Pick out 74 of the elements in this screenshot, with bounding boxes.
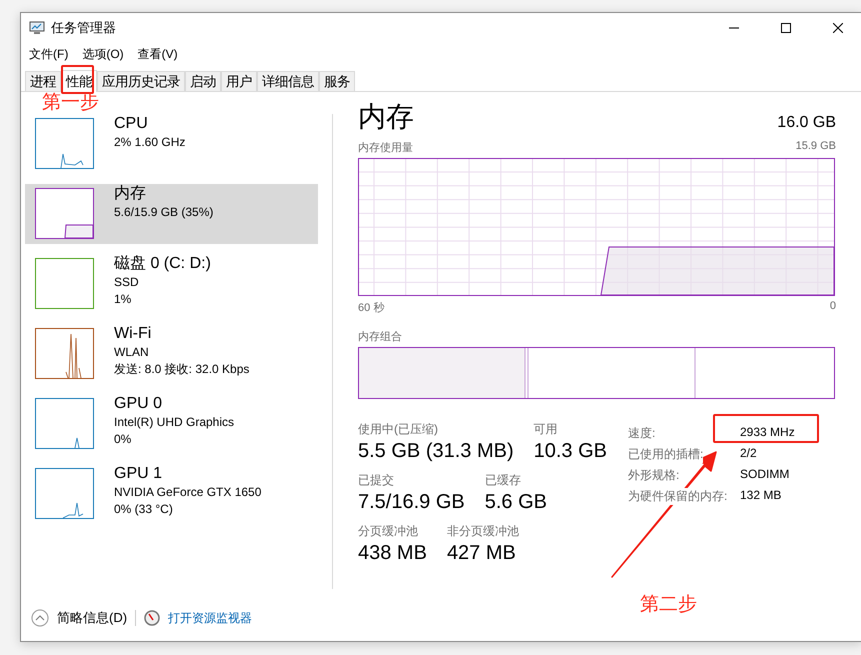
device-usage: 1% (114, 291, 132, 307)
tab[interactable]: 应用历史记录 (97, 71, 185, 91)
tab[interactable]: 用户 (221, 71, 257, 91)
stat-value: 5.5 GB (31.3 MB) (358, 439, 514, 464)
menu-item[interactable]: 查看(V) (138, 46, 178, 62)
window-title: 任务管理器 (51, 19, 117, 37)
device-detail: 2% 1.60 GHz (114, 134, 186, 150)
highlight-frame (61, 65, 94, 94)
thumbnail-graph (35, 328, 94, 379)
chevron-up-icon (31, 609, 49, 627)
stat-label: 非分页缓冲池 (446, 523, 519, 540)
sidebar-item[interactable]: GPU 1 NVIDIA GeForce GTX 1650 0% (33 °C) (25, 464, 318, 524)
spec-value: 2933 MHz (740, 425, 795, 441)
tab[interactable]: 详细信息 (257, 71, 319, 91)
stat-value: 10.3 GB (534, 439, 608, 464)
stat-value: 5.6 GB (484, 490, 548, 515)
stat-value: 438 MB (358, 541, 427, 566)
section-title: 内存 (358, 100, 414, 134)
sidebar-item[interactable]: Wi-Fi WLAN 发送: 8.0 接收: 32.0 Kbps (25, 324, 318, 384)
monitor-icon (29, 21, 45, 35)
total-capacity: 16.0 GB (777, 114, 836, 132)
spec-value: 132 MB (740, 488, 782, 504)
thumbnail-graph (35, 258, 94, 309)
time-axis-end: 0 (830, 300, 836, 314)
device-usage: 发送: 8.0 接收: 32.0 Kbps (114, 361, 250, 377)
stat-label: 已缓存 (484, 472, 522, 489)
stat-label: 使用中(已压缩) (358, 421, 439, 438)
stat-value: 427 MB (446, 541, 517, 566)
thumbnail-graph (35, 468, 94, 519)
sidebar-item[interactable]: CPU 2% 1.60 GHz (25, 114, 318, 174)
sidebar-item[interactable]: 磁盘 0 (C: D:) SSD 1% (25, 254, 318, 314)
device-usage: 0% (33 °C) (114, 501, 174, 517)
device-name: 内存 (114, 184, 147, 203)
tab[interactable]: 进程 (25, 71, 61, 91)
device-name: GPU 1 (114, 464, 164, 483)
stat-label: 分页缓冲池 (358, 523, 419, 540)
tab[interactable]: 服务 (319, 71, 355, 91)
sidebar-item[interactable]: 内存 5.6/15.9 GB (35%) (25, 184, 318, 244)
annotation-text: 第二步 (640, 594, 697, 615)
menu-item[interactable]: 选项(O) (82, 46, 124, 62)
time-axis-start: 60 秒 (358, 301, 384, 315)
stat-label: 可用 (534, 421, 559, 438)
device-detail: SSD (114, 274, 140, 290)
chart-label: 内存组合 (358, 330, 402, 344)
device-detail: NVIDIA GeForce GTX 1650 (114, 484, 262, 500)
resource-monitor-link[interactable]: 打开资源监视器 (168, 610, 252, 626)
menu-item[interactable]: 文件(F) (29, 46, 68, 62)
device-detail: Intel(R) UHD Graphics (114, 414, 234, 430)
stat-label: 已提交 (358, 472, 395, 489)
device-detail: 5.6/15.9 GB (35%) (114, 204, 214, 220)
maximize-icon (781, 23, 791, 33)
sidebar-item[interactable]: GPU 0 Intel(R) UHD Graphics 0% (25, 394, 318, 454)
gauge-icon (144, 610, 160, 626)
thumbnail-graph (35, 398, 94, 449)
device-name: 磁盘 0 (C: D:) (114, 254, 211, 273)
thumbnail-graph (35, 118, 94, 169)
spec-value: SODIMM (740, 467, 790, 483)
chart-max-label: 15.9 GB (796, 140, 836, 154)
device-name: GPU 0 (114, 394, 164, 413)
fewer-details-button[interactable]: 简略信息(D) (31, 609, 128, 627)
thumbnail-graph (35, 188, 94, 239)
spec-label: 为硬件保留的内存: (628, 488, 728, 505)
spec-label: 外形规格: (628, 467, 680, 484)
annotation-text: 第一步 (42, 92, 99, 113)
stat-value: 7.5/16.9 GB (358, 490, 465, 515)
device-name: Wi-Fi (114, 324, 152, 343)
device-detail: WLAN (114, 344, 150, 360)
device-name: CPU (114, 114, 149, 133)
close-icon (833, 23, 843, 33)
spec-label: 已使用的插槽: (628, 446, 704, 463)
spec-value: 2/2 (740, 446, 758, 462)
device-usage: 0% (114, 431, 132, 447)
chart-label: 内存使用量 (358, 141, 413, 155)
tab[interactable]: 启动 (185, 71, 221, 91)
